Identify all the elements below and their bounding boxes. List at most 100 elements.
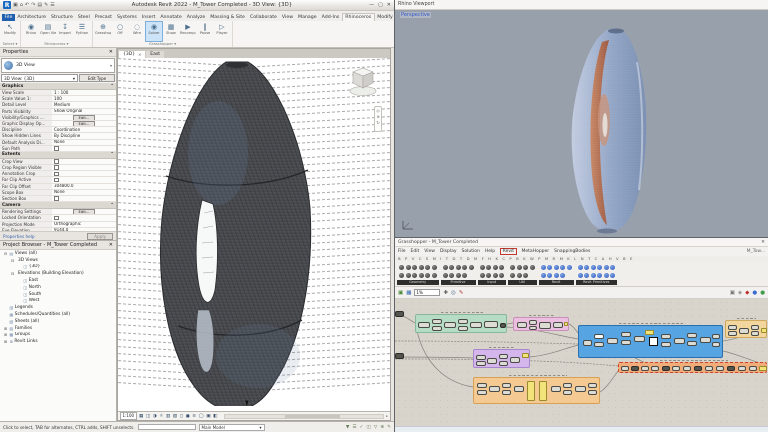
component-icon[interactable] bbox=[610, 273, 615, 278]
toolbar-icon[interactable]: ◎ bbox=[451, 290, 456, 296]
scrollbar-thumb[interactable] bbox=[284, 414, 340, 418]
gh-node[interactable] bbox=[751, 325, 759, 330]
gh-node[interactable] bbox=[477, 390, 487, 395]
toolbar-icon[interactable]: ● bbox=[752, 290, 757, 296]
component-icon[interactable] bbox=[540, 273, 546, 278]
menu-display[interactable]: Display bbox=[440, 249, 457, 254]
gh-node[interactable] bbox=[517, 322, 527, 328]
toolbar-icon[interactable]: ✎ bbox=[459, 290, 464, 296]
gh-node[interactable] bbox=[661, 334, 671, 339]
gh-node[interactable] bbox=[553, 322, 563, 328]
component-icon[interactable] bbox=[560, 273, 565, 278]
panel-label-select[interactable]: Select ▾ bbox=[2, 41, 18, 47]
gh-node[interactable] bbox=[738, 366, 746, 371]
component-icon[interactable] bbox=[529, 265, 535, 270]
ribbon-button-rhino[interactable]: ◉ Rhino bbox=[23, 22, 39, 41]
gh-node[interactable] bbox=[539, 381, 547, 401]
gh-node[interactable] bbox=[499, 361, 508, 366]
gh-canvas[interactable] bbox=[395, 299, 768, 426]
pan-icon[interactable]: ◎ bbox=[376, 109, 380, 113]
component-icon[interactable] bbox=[603, 273, 609, 278]
browser-item-west[interactable]: ◫ West bbox=[0, 298, 116, 305]
ribbon-button-show[interactable]: ▦ Show bbox=[163, 22, 179, 41]
gh-node[interactable] bbox=[522, 353, 529, 358]
qat-icon[interactable]: ↷ bbox=[31, 2, 35, 8]
property-value[interactable]: Coordination bbox=[54, 127, 80, 132]
rhino-tower-model[interactable] bbox=[395, 10, 768, 237]
edit-button[interactable]: Edit... bbox=[72, 209, 96, 215]
gh-node[interactable] bbox=[484, 321, 498, 328]
qat-icon[interactable]: ✎ bbox=[44, 2, 48, 8]
status-icon[interactable]: ⊕ bbox=[380, 425, 384, 430]
blue-group[interactable] bbox=[578, 322, 723, 358]
ribbon-button-grasshopper[interactable]: ⊕Grasshopper bbox=[95, 22, 111, 41]
gh-node[interactable] bbox=[588, 383, 597, 388]
component-icon[interactable] bbox=[590, 265, 596, 270]
component-icon[interactable] bbox=[523, 265, 528, 270]
gh-node[interactable] bbox=[694, 366, 702, 371]
viewcube[interactable] bbox=[348, 64, 378, 98]
component-icon[interactable] bbox=[566, 265, 572, 270]
gh-node[interactable] bbox=[641, 366, 649, 371]
gh-node[interactable] bbox=[487, 358, 497, 364]
ribbon-button-open-viewport[interactable]: ▤Open Viewport bbox=[40, 22, 56, 41]
component-icon[interactable] bbox=[510, 273, 515, 278]
apply-button[interactable]: Apply bbox=[87, 232, 113, 240]
component-icon[interactable] bbox=[455, 273, 461, 278]
edit-button[interactable]: Edit... bbox=[72, 114, 96, 120]
view-control-icon[interactable]: ▥ bbox=[166, 414, 170, 419]
gh-node[interactable] bbox=[662, 366, 670, 371]
section-header-camera[interactable]: Camera ⌃ bbox=[0, 202, 116, 210]
checkbox[interactable] bbox=[54, 171, 59, 177]
browser-item-views-all[interactable]: ⊟ ▤ Views (all) bbox=[0, 250, 116, 257]
component-icon[interactable] bbox=[486, 265, 491, 270]
view-control-icon[interactable]: ≡ bbox=[192, 414, 196, 419]
component-icon[interactable] bbox=[610, 265, 615, 270]
browser-item-east[interactable]: ◫ East bbox=[0, 277, 116, 284]
gh-node[interactable] bbox=[588, 390, 597, 395]
gh-node[interactable] bbox=[672, 366, 680, 371]
worksets-dropdown[interactable]: Main Model ▾ bbox=[198, 423, 265, 431]
component-icon[interactable] bbox=[442, 265, 448, 270]
close-icon[interactable]: ✕ bbox=[109, 242, 113, 248]
component-icon[interactable] bbox=[560, 265, 565, 270]
component-icon[interactable] bbox=[510, 265, 515, 270]
minimize-icon[interactable]: — bbox=[369, 2, 374, 8]
gh-node[interactable] bbox=[514, 386, 524, 392]
inputs-green-group[interactable] bbox=[415, 311, 507, 333]
property-value[interactable]: None bbox=[54, 190, 65, 195]
close-icon[interactable]: ✕ bbox=[387, 2, 391, 8]
type-selector[interactable]: 3D View ▾ bbox=[1, 58, 115, 73]
component-icon[interactable] bbox=[523, 273, 528, 278]
checkbox[interactable] bbox=[54, 159, 59, 164]
component-icon[interactable] bbox=[455, 265, 461, 270]
browser-item-elevations-building-elevation[interactable]: ⊟ Elevations (Building Elevation) bbox=[0, 270, 116, 277]
ribbon-button-wire[interactable]: ◌ Wire bbox=[129, 22, 145, 41]
status-icon[interactable]: ✓ bbox=[360, 425, 364, 430]
component-icon[interactable] bbox=[540, 265, 546, 270]
toolbar-icon[interactable]: ✚ bbox=[443, 290, 448, 296]
ribbon-button-import[interactable]: ↧ Import bbox=[57, 22, 73, 41]
gh-node[interactable] bbox=[458, 326, 468, 331]
gh-node[interactable] bbox=[499, 354, 508, 359]
component-icon[interactable] bbox=[405, 265, 411, 270]
toolbar-icon[interactable]: ● bbox=[760, 290, 765, 296]
gh-node[interactable] bbox=[529, 326, 537, 330]
component-icon[interactable] bbox=[418, 273, 424, 278]
ribbon-tab-analyze[interactable]: Analyze bbox=[184, 14, 207, 21]
close-icon[interactable]: ✕ bbox=[109, 49, 113, 55]
toolbar-icon[interactable]: ▣ bbox=[730, 290, 735, 296]
gh-node[interactable] bbox=[700, 337, 711, 343]
palette-group-label[interactable]: Util bbox=[508, 280, 537, 285]
gh-node[interactable] bbox=[728, 331, 737, 336]
property-value[interactable]: Show Original bbox=[54, 109, 82, 114]
expand-icon[interactable]: ⊟ bbox=[10, 258, 15, 263]
toolbar-icon[interactable]: ▣ bbox=[398, 290, 403, 296]
component-icon[interactable] bbox=[405, 273, 411, 278]
gh-node[interactable] bbox=[739, 328, 749, 334]
qat-icon[interactable]: ⌂ bbox=[20, 2, 23, 8]
horizontal-scrollbar[interactable] bbox=[223, 413, 384, 419]
collapse-icon[interactable]: ⌃ bbox=[110, 203, 114, 208]
component-icon[interactable] bbox=[590, 273, 596, 278]
checkbox[interactable] bbox=[54, 196, 59, 201]
